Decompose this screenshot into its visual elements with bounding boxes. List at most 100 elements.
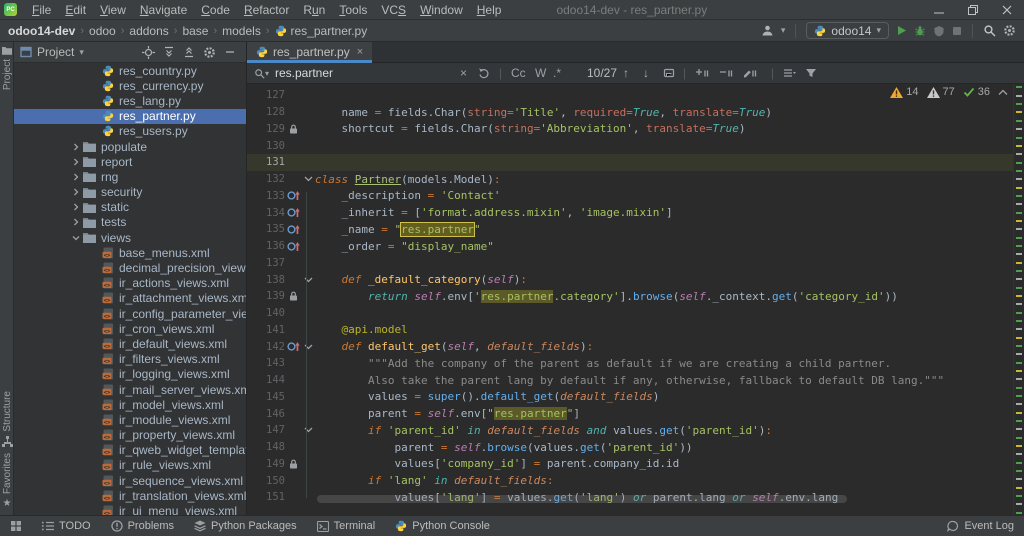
tree-item-res_lang-py[interactable]: res_lang.py xyxy=(14,93,246,108)
tree-item-decimal_precision_views-xml[interactable]: <>decimal_precision_views.xml xyxy=(14,260,246,275)
search-filter-button[interactable] xyxy=(805,63,817,83)
tree-item-ir_module_views-xml[interactable]: <>ir_module_views.xml xyxy=(14,412,246,427)
tree-item-rng[interactable]: rng xyxy=(14,169,246,184)
chevron-down-icon[interactable] xyxy=(72,234,83,242)
words-toggle[interactable]: W xyxy=(535,63,546,83)
tree-item-ir_filters_views-xml[interactable]: <>ir_filters_views.xml xyxy=(14,352,246,367)
tree-item-ir_rule_views-xml[interactable]: <>ir_rule_views.xml xyxy=(14,458,246,473)
statusbar-problems[interactable]: Problems xyxy=(111,520,174,532)
tree-item-ir_default_views-xml[interactable]: <>ir_default_views.xml xyxy=(14,336,246,351)
code-line-149[interactable]: 149 values['company_id'] = parent.compan… xyxy=(247,456,1013,473)
menu-code[interactable]: Code xyxy=(194,3,237,17)
project-panel-title[interactable]: Project xyxy=(37,45,74,59)
code-line-135[interactable]: 135 _name = "res.partner" xyxy=(247,221,1013,238)
menu-refactor[interactable]: Refactor xyxy=(237,3,296,17)
tree-item-security[interactable]: security xyxy=(14,185,246,200)
tree-item-ir_config_parameter_views-xml[interactable]: <>ir_config_parameter_views.xml xyxy=(14,306,246,321)
menu-help[interactable]: Help xyxy=(470,3,509,17)
menu-run[interactable]: Run xyxy=(296,3,332,17)
code-line-132[interactable]: 132class Partner(models.Model): xyxy=(247,171,1013,188)
tree-item-static[interactable]: static xyxy=(14,200,246,215)
chevron-right-icon[interactable] xyxy=(72,158,83,166)
code-line-140[interactable]: 140 xyxy=(247,305,1013,322)
tree-item-populate[interactable]: populate xyxy=(14,139,246,154)
code-line-129[interactable]: 129 shortcut = fields.Char(string='Abbre… xyxy=(247,121,1013,138)
prev-match-button[interactable]: ↑ xyxy=(623,63,629,83)
code-line-131[interactable]: 131 xyxy=(247,154,1013,171)
menu-navigate[interactable]: Navigate xyxy=(133,3,194,17)
code-lines[interactable]: 127128 name = fields.Char(string='Title'… xyxy=(247,87,1013,506)
breadcrumb-item[interactable]: addons xyxy=(129,24,168,38)
chevron-up-icon[interactable] xyxy=(998,89,1008,96)
tree-item-ir_translation_views-xml[interactable]: <>ir_translation_views.xml xyxy=(14,488,246,503)
tool-stripe-structure[interactable]: Structure xyxy=(0,391,14,447)
code-line-147[interactable]: 147 if 'parent_id' in default_fields and… xyxy=(247,422,1013,439)
code-line-150[interactable]: 150 if 'lang' in default_fields: xyxy=(247,472,1013,489)
regex-toggle[interactable]: .* xyxy=(553,63,561,83)
menu-view[interactable]: View xyxy=(93,3,133,17)
user-dropdown-icon[interactable]: ▾ xyxy=(781,25,786,36)
code-line-130[interactable]: 130 xyxy=(247,137,1013,154)
add-occurrence-button[interactable] xyxy=(695,63,709,83)
clear-search-icon[interactable]: × xyxy=(460,63,467,83)
stop-button[interactable] xyxy=(952,26,962,36)
chevron-right-icon[interactable] xyxy=(72,188,83,196)
run-config-selector[interactable]: odoo14 ▾ xyxy=(806,22,889,39)
code-line-139[interactable]: 139 return self.env['res.partner.categor… xyxy=(247,288,1013,305)
chevron-right-icon[interactable] xyxy=(72,173,83,181)
statusbar-python-packages[interactable]: Python Packages xyxy=(194,520,297,532)
minimize-button[interactable] xyxy=(922,0,956,20)
tree-item-tests[interactable]: tests xyxy=(14,215,246,230)
menu-tools[interactable]: Tools xyxy=(332,3,374,17)
code-line-148[interactable]: 148 parent = self.browse(values.get('par… xyxy=(247,439,1013,456)
run-button[interactable] xyxy=(896,25,907,36)
tree-item-ir_property_views-xml[interactable]: <>ir_property_views.xml xyxy=(14,428,246,443)
next-match-button[interactable]: ↓ xyxy=(643,63,649,83)
fold-marker-icon[interactable] xyxy=(304,176,313,182)
statusbar-tool-switcher[interactable] xyxy=(10,520,22,532)
chevron-right-icon[interactable] xyxy=(72,203,83,211)
breadcrumb-item[interactable]: odoo xyxy=(89,24,116,38)
tree-item-ir_cron_views-xml[interactable]: <>ir_cron_views.xml xyxy=(14,321,246,336)
close-button[interactable] xyxy=(990,0,1024,20)
collapse-all-button[interactable] xyxy=(183,46,195,58)
new-search-icon[interactable] xyxy=(478,63,490,83)
find-in-selection-button[interactable] xyxy=(663,63,675,83)
tree-item-ir_qweb_widget_templates-xml[interactable]: <>ir_qweb_widget_templates.xml xyxy=(14,443,246,458)
code-line-143[interactable]: 143 """Add the company of the parent as … xyxy=(247,355,1013,372)
tab-res-partner[interactable]: res_partner.py × xyxy=(247,42,372,62)
maximize-button[interactable] xyxy=(956,0,990,20)
search-everywhere-button[interactable] xyxy=(983,24,996,37)
tree-item-res_country-py[interactable]: res_country.py xyxy=(14,63,246,78)
debug-button[interactable] xyxy=(914,25,926,37)
tree-item-report[interactable]: report xyxy=(14,154,246,169)
code-line-138[interactable]: 138 def _default_category(self): xyxy=(247,271,1013,288)
statusbar-todo[interactable]: TODO xyxy=(42,520,91,532)
menu-file[interactable]: File xyxy=(25,3,58,17)
expand-all-button[interactable] xyxy=(163,46,175,58)
menu-window[interactable]: Window xyxy=(413,3,470,17)
tree-item-res_users-py[interactable]: res_users.py xyxy=(14,124,246,139)
breadcrumb-item[interactable]: res_partner.py xyxy=(275,24,368,38)
tree-item-views[interactable]: views xyxy=(14,230,246,245)
error-stripe-scrollbar[interactable] xyxy=(1013,84,1024,515)
statusbar-event-log[interactable]: Event Log xyxy=(947,520,1014,532)
find-input[interactable]: res.partner xyxy=(275,63,333,83)
code-line-145[interactable]: 145 values = super().default_get(default… xyxy=(247,389,1013,406)
code-line-134[interactable]: 134 _inherit = ['format.address.mixin', … xyxy=(247,204,1013,221)
code-area[interactable]: 14 77 36 127128 name = fields.Char(strin… xyxy=(247,84,1024,515)
tree-item-res_partner-py[interactable]: res_partner.py xyxy=(14,109,246,124)
code-line-146[interactable]: 146 parent = self.env["res.partner"] xyxy=(247,405,1013,422)
breadcrumb-item[interactable]: base xyxy=(182,24,208,38)
tree-item-ir_model_views-xml[interactable]: <>ir_model_views.xml xyxy=(14,397,246,412)
tree-item-base_menus-xml[interactable]: <>base_menus.xml xyxy=(14,245,246,260)
tool-stripe-project[interactable]: Project xyxy=(0,46,14,90)
menu-vcs[interactable]: VCS xyxy=(374,3,413,17)
menu-edit[interactable]: Edit xyxy=(58,3,93,17)
match-case-toggle[interactable]: Cc xyxy=(511,63,526,83)
tree-item-ir_mail_server_views-xml[interactable]: <>ir_mail_server_views.xml xyxy=(14,382,246,397)
statusbar-terminal[interactable]: Terminal xyxy=(317,520,376,532)
locate-file-button[interactable] xyxy=(142,46,155,59)
user-icon[interactable] xyxy=(761,24,774,37)
find-search-icon[interactable]: ▾ xyxy=(254,63,269,83)
